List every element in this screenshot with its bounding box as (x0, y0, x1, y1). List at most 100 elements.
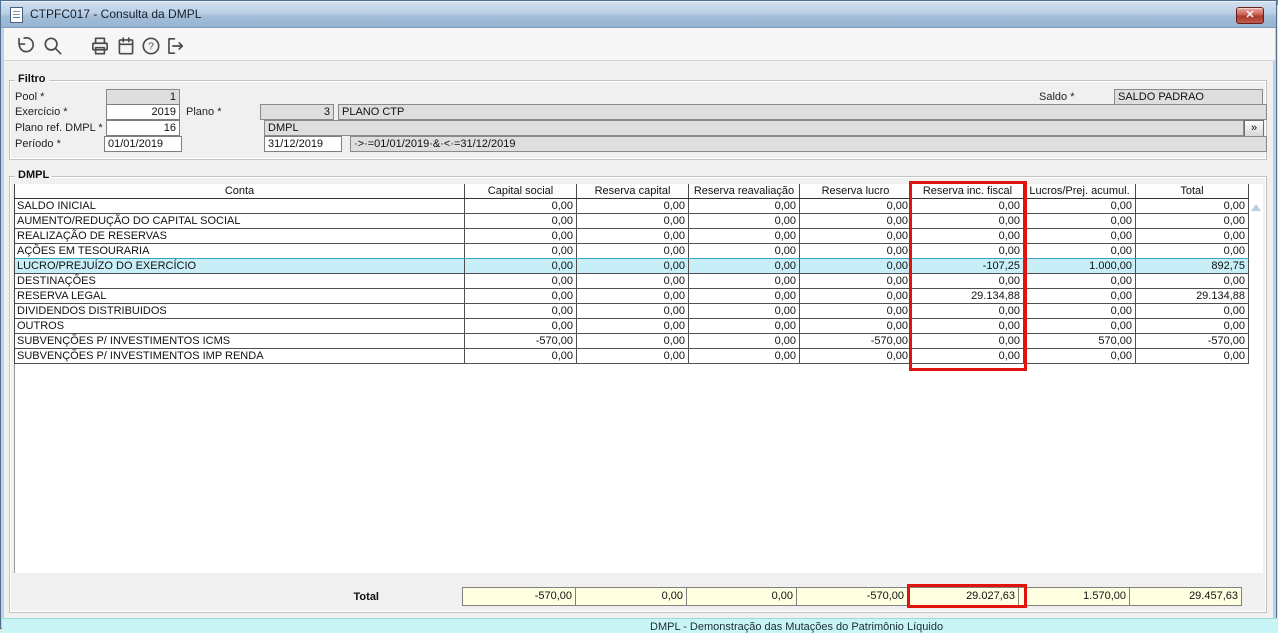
table-row[interactable]: REALIZAÇÃO DE RESERVAS 0,00 0,00 0,00 0,00 0,… (15, 229, 1249, 244)
value-cell: 0,00 (912, 244, 1024, 258)
table-row[interactable]: AÇÕES EM TESOURARIA 0,00 0,00 0,00 0,00 0,00 0… (15, 244, 1249, 259)
value-cell: 0,00 (689, 289, 800, 303)
value-cell: 0,00 (800, 349, 912, 363)
conta-cell: AUMENTO/REDUÇÃO DO CAPITAL SOCIAL (15, 214, 465, 228)
conta-cell: AÇÕES EM TESOURARIA (15, 244, 465, 258)
scrollbar-up-icon[interactable] (1251, 204, 1261, 211)
grid-body: SALDO INICIAL 0,00 0,00 0,00 0,00 0,00 0,00 0,0… (15, 199, 1249, 364)
dmpl-grid: Conta Capital social Reserva capital Reserv… (14, 184, 1249, 364)
print-icon[interactable] (89, 35, 111, 57)
window-title: CTPFC017 - Consulta da DMPL (30, 7, 202, 21)
pool-label: Pool * (15, 91, 45, 103)
conta-cell: RESERVA LEGAL (15, 289, 465, 303)
table-row[interactable]: SUBVENÇÕES P/ INVESTIMENTOS ICMS -570,00 0… (15, 334, 1249, 349)
value-cell: 0,00 (912, 334, 1024, 348)
close-button[interactable]: ✕ (1236, 7, 1264, 24)
total-label: Total (353, 591, 379, 603)
statusbar: DMPL - Demonstração das Mutações do Patr… (2, 618, 1277, 633)
undo-icon[interactable] (13, 35, 35, 57)
value-cell: 0,00 (1024, 244, 1136, 258)
table-row[interactable]: DESTINAÇÕES 0,00 0,00 0,00 0,00 0,00 0,00 0,00 (15, 274, 1249, 289)
value-cell: 0,00 (800, 244, 912, 258)
filter-legend: Filtro (15, 73, 49, 85)
value-cell: -570,00 (1136, 334, 1249, 348)
value-cell: 0,00 (912, 199, 1024, 213)
grid-header-row: Conta Capital social Reserva capital Reserv… (15, 184, 1249, 199)
screen: CTPFC017 - Consulta da DMPL ✕ ? Filtro P… (0, 0, 1278, 633)
value-cell: 29.134,88 (1136, 289, 1249, 303)
value-cell: 0,00 (800, 274, 912, 288)
value-cell: 0,00 (577, 229, 689, 243)
column-header-1[interactable]: Capital social (465, 184, 577, 198)
table-row[interactable]: AUMENTO/REDUÇÃO DO CAPITAL SOCIAL 0,00 0,0… (15, 214, 1249, 229)
value-cell: 892,75 (1136, 259, 1249, 273)
value-cell: 0,00 (465, 229, 577, 243)
value-cell: 0,00 (577, 304, 689, 318)
conta-cell: DIVIDENDOS DISTRIBUIDOS (15, 304, 465, 318)
value-cell: 0,00 (689, 274, 800, 288)
value-cell: 0,00 (689, 304, 800, 318)
expand-button[interactable]: » (1244, 120, 1264, 137)
calendar-icon[interactable] (115, 35, 137, 57)
value-cell: 0,00 (1024, 274, 1136, 288)
value-cell: 0,00 (800, 319, 912, 333)
exit-icon[interactable] (164, 35, 186, 57)
table-row[interactable]: SUBVENÇÕES P/ INVESTIMENTOS IMP RENDA 0,0… (15, 349, 1249, 364)
column-header-2[interactable]: Reserva capital (577, 184, 689, 198)
table-row[interactable]: RESERVA LEGAL 0,00 0,00 0,00 0,00 29.134,88 0,… (15, 289, 1249, 304)
value-cell: 0,00 (912, 349, 1024, 363)
value-cell: 0,00 (689, 214, 800, 228)
column-header-conta[interactable]: Conta (15, 184, 465, 198)
conta-cell: DESTINAÇÕES (15, 274, 465, 288)
column-header-3[interactable]: Reserva reavaliação (689, 184, 800, 198)
conta-cell: REALIZAÇÃO DE RESERVAS (15, 229, 465, 243)
column-header-6[interactable]: Lucros/Prej. acumul. (1024, 184, 1136, 198)
value-cell: 0,00 (1024, 289, 1136, 303)
document-icon (10, 7, 23, 23)
value-cell: 0,00 (800, 214, 912, 228)
total-field: -570,00 (796, 587, 908, 606)
table-row[interactable]: LUCRO/PREJUÍZO DO EXERCÍCIO 0,00 0,00 0,00 0… (15, 258, 1249, 274)
value-cell: 0,00 (689, 334, 800, 348)
value-cell: 0,00 (689, 259, 800, 273)
value-cell: 0,00 (577, 274, 689, 288)
value-cell: 0,00 (577, 319, 689, 333)
value-cell: -570,00 (465, 334, 577, 348)
table-row[interactable]: DIVIDENDOS DISTRIBUIDOS 0,00 0,00 0,00 0,00 0… (15, 304, 1249, 319)
value-cell: 0,00 (577, 244, 689, 258)
value-cell: 0,00 (465, 304, 577, 318)
window-frame-left (1, 28, 4, 628)
pool-field: 1 (106, 89, 180, 105)
total-field: -570,00 (462, 587, 576, 606)
total-field: 0,00 (575, 587, 687, 606)
help-icon[interactable]: ? (140, 35, 162, 57)
periodo-to-field[interactable]: 31/12/2019 (264, 136, 342, 152)
total-field: 1.570,00 (1018, 587, 1130, 606)
value-cell: 0,00 (577, 199, 689, 213)
plano-label: Plano * (186, 106, 222, 118)
value-cell: 0,00 (1024, 304, 1136, 318)
value-cell: 0,00 (465, 319, 577, 333)
status-text: DMPL - Demonstração das Mutações do Patr… (650, 621, 944, 633)
value-cell: 0,00 (1024, 199, 1136, 213)
exercicio-field[interactable]: 2019 (106, 104, 180, 120)
value-cell: 0,00 (577, 214, 689, 228)
search-icon[interactable] (42, 35, 64, 57)
value-cell: 0,00 (912, 319, 1024, 333)
value-cell: 0,00 (1024, 319, 1136, 333)
plano-ref-code-field[interactable]: 16 (106, 120, 180, 136)
table-row[interactable]: OUTROS 0,00 0,00 0,00 0,00 0,00 0,00 0,00 (15, 319, 1249, 334)
toolbar: ? (4, 28, 1275, 61)
total-field: 29.027,63 (907, 587, 1019, 606)
conta-cell: SUBVENÇÕES P/ INVESTIMENTOS IMP RENDA (15, 349, 465, 363)
column-header-4[interactable]: Reserva lucro (800, 184, 912, 198)
totals-row: -570,00 0,00 0,00 -570,00 29.027,63 1.570,00 2… (462, 587, 1242, 606)
column-header-7[interactable]: Total (1136, 184, 1249, 198)
column-header-5[interactable]: Reserva inc. fiscal (912, 184, 1024, 198)
value-cell: 0,00 (1136, 304, 1249, 318)
plano-ref-name-field: DMPL (264, 120, 1244, 136)
table-row[interactable]: SALDO INICIAL 0,00 0,00 0,00 0,00 0,00 0,00 0,0… (15, 199, 1249, 214)
value-cell: 0,00 (577, 334, 689, 348)
value-cell: 0,00 (1136, 274, 1249, 288)
periodo-from-field[interactable]: 01/01/2019 (104, 136, 182, 152)
